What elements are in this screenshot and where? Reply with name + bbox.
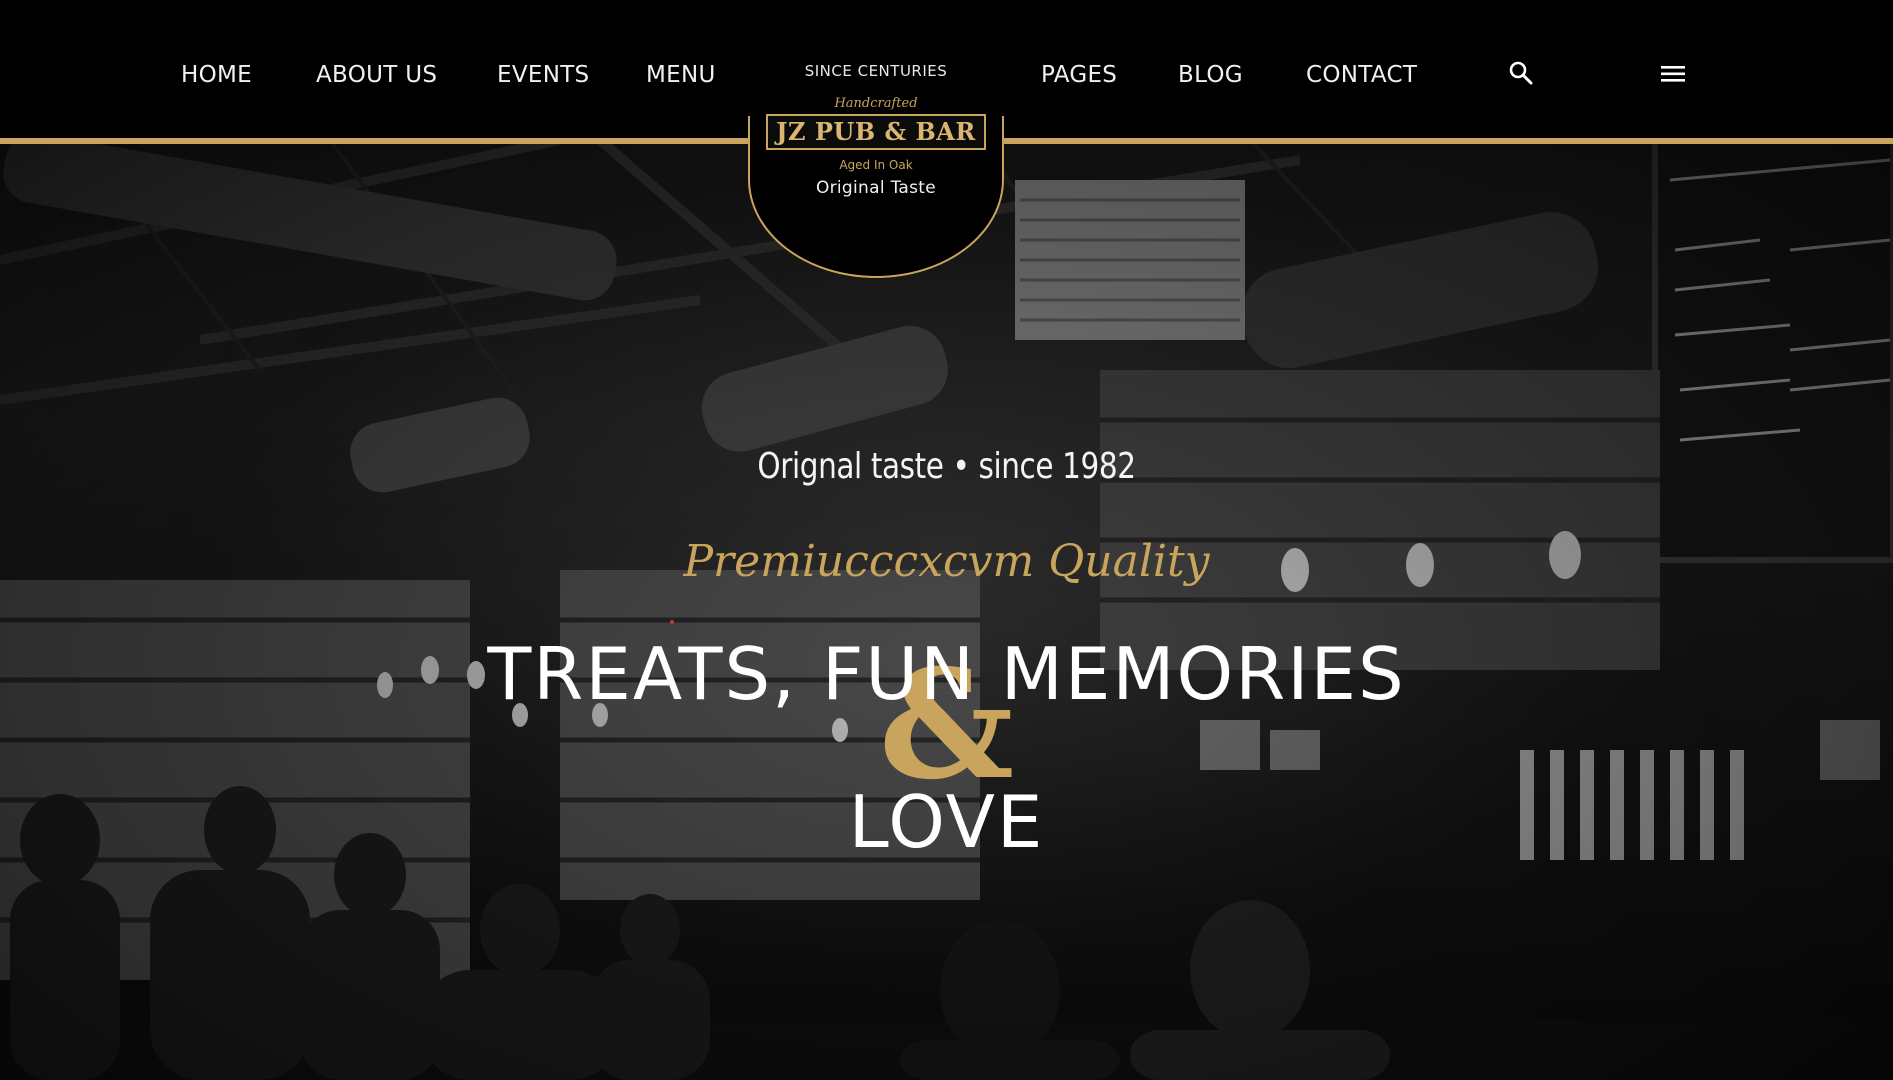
nav-menu[interactable]: MENU bbox=[646, 62, 716, 88]
search-icon[interactable] bbox=[1508, 60, 1534, 91]
hero-headline: TREATS, FUN MEMORIES bbox=[487, 632, 1406, 716]
hero-background-image bbox=[0, 140, 1893, 1080]
hamburger-menu-icon[interactable] bbox=[1661, 64, 1685, 89]
page: HOME ABOUT US EVENTS MENU PAGES BLOG CON… bbox=[0, 0, 1893, 1080]
logo-aged-text: Aged In Oak bbox=[839, 158, 913, 172]
red-marker-dot bbox=[670, 620, 674, 624]
hero-tagline: Orignal taste • since 1982 bbox=[757, 446, 1136, 487]
site-logo[interactable]: SINCE CENTURIES Handcrafted JZ PUB & BAR… bbox=[748, 56, 1008, 278]
logo-since-text: SINCE CENTURIES bbox=[804, 62, 948, 80]
nav-home[interactable]: HOME bbox=[181, 62, 252, 88]
nav-about-us[interactable]: ABOUT US bbox=[316, 62, 437, 88]
nav-pages[interactable]: PAGES bbox=[1041, 62, 1117, 88]
nav-blog[interactable]: BLOG bbox=[1178, 62, 1243, 88]
nav-events[interactable]: EVENTS bbox=[497, 62, 589, 88]
hero-dark-overlay bbox=[0, 140, 1893, 1080]
logo-original-taste-text: Original Taste bbox=[815, 178, 937, 198]
logo-title: JZ PUB & BAR bbox=[766, 114, 986, 150]
hero-headline-love: LOVE bbox=[848, 780, 1045, 864]
nav-contact[interactable]: CONTACT bbox=[1306, 62, 1417, 88]
hero-quality-script: Premiucccxcvm Quality bbox=[683, 536, 1210, 587]
logo-handcrafted-text: Handcrafted bbox=[834, 96, 918, 111]
